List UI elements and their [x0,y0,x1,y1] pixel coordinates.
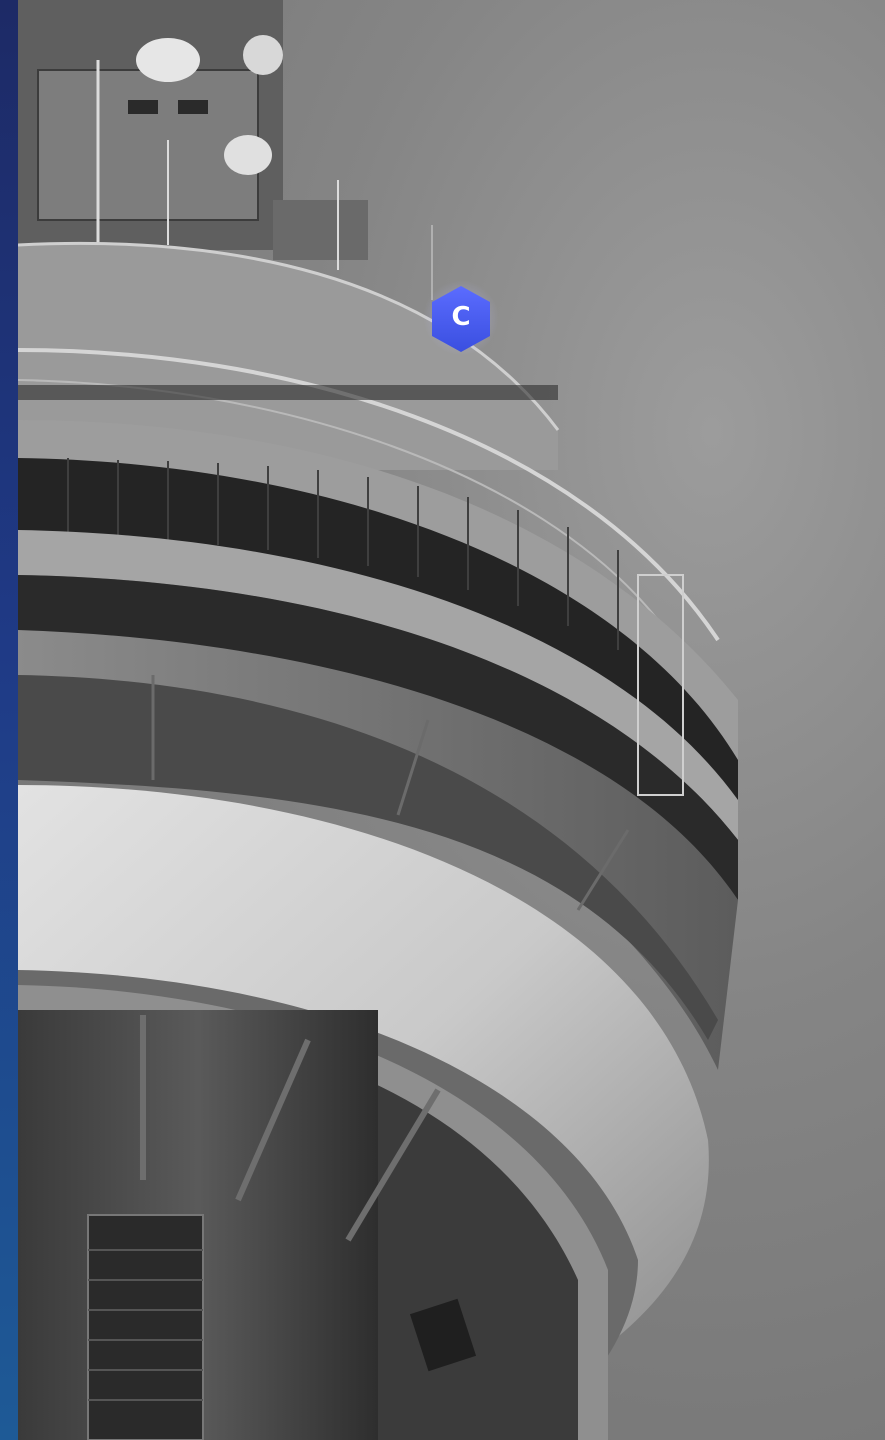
accent-stripe [0,0,18,1440]
login-hero-page: C [0,0,885,1440]
tower-illustration [18,0,738,1440]
logo-letter: C [451,302,471,332]
brand-logo: C [423,280,499,356]
tower-photo [18,0,885,1440]
